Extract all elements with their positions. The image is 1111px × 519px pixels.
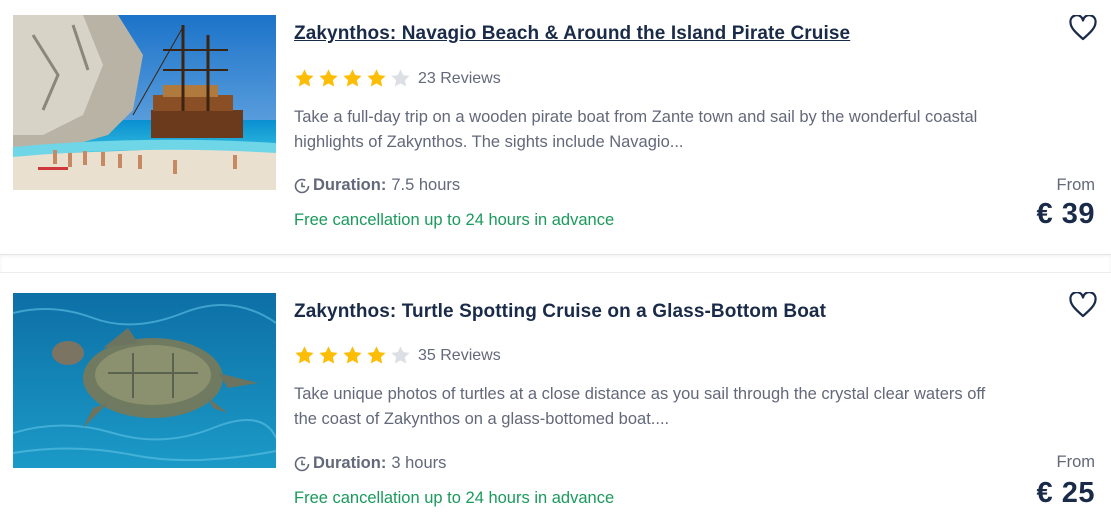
star-icon [343, 346, 362, 364]
free-cancellation: Free cancellation up to 24 hours in adva… [294, 489, 615, 507]
star-icon [367, 346, 386, 364]
activity-card[interactable]: Zakynthos: Turtle Spotting Cruise on a G… [0, 273, 1111, 519]
duration: Duration: 7.5 hours [294, 176, 460, 195]
star-icon [319, 69, 338, 87]
star-icon [319, 346, 338, 364]
description-line: highlights of Zakynthos. The sights incl… [294, 133, 684, 151]
activity-description: Take a full-day trip on a wooden pirate … [294, 105, 1054, 155]
star-icon [295, 69, 314, 87]
duration-label: Duration: [313, 454, 387, 472]
card-separator [0, 254, 1111, 273]
activity-title[interactable]: Zakynthos: Navagio Beach & Around the Is… [294, 23, 850, 45]
activity-image-pirate-cruise[interactable] [13, 15, 276, 190]
price: € 39 [1036, 198, 1095, 230]
from-label: From [1056, 453, 1096, 471]
heart-icon[interactable] [1069, 292, 1097, 318]
reviews-count[interactable]: 23 Reviews [418, 70, 501, 88]
duration-value: 3 hours [391, 454, 447, 472]
star-icon [295, 346, 314, 364]
price: € 25 [1036, 477, 1095, 509]
star-icon [343, 69, 362, 87]
activity-description: Take unique photos of turtles at a close… [294, 382, 1054, 432]
description-line: Take a full-day trip on a wooden pirate … [294, 108, 978, 126]
description-line: the coast of Zakynthos on a glass-bottom… [294, 410, 670, 428]
activity-card[interactable]: Zakynthos: Navagio Beach & Around the Is… [0, 0, 1111, 255]
star-empty-icon [391, 346, 410, 364]
clock-icon [294, 456, 310, 471]
rating: 23 Reviews [294, 68, 501, 89]
duration-label: Duration: [313, 176, 387, 194]
activity-title[interactable]: Zakynthos: Turtle Spotting Cruise on a G… [294, 301, 826, 323]
free-cancellation: Free cancellation up to 24 hours in adva… [294, 211, 615, 229]
duration-value: 7.5 hours [391, 176, 461, 194]
activity-image-turtle-cruise[interactable] [13, 293, 276, 468]
heart-icon[interactable] [1069, 15, 1097, 41]
clock-icon [294, 178, 310, 193]
description-line: Take unique photos of turtles at a close… [294, 385, 986, 403]
from-label: From [1056, 176, 1096, 194]
rating: 35 Reviews [294, 345, 501, 366]
star-icon [367, 69, 386, 87]
star-empty-icon [391, 69, 410, 87]
duration: Duration: 3 hours [294, 454, 446, 473]
reviews-count[interactable]: 35 Reviews [418, 347, 501, 365]
